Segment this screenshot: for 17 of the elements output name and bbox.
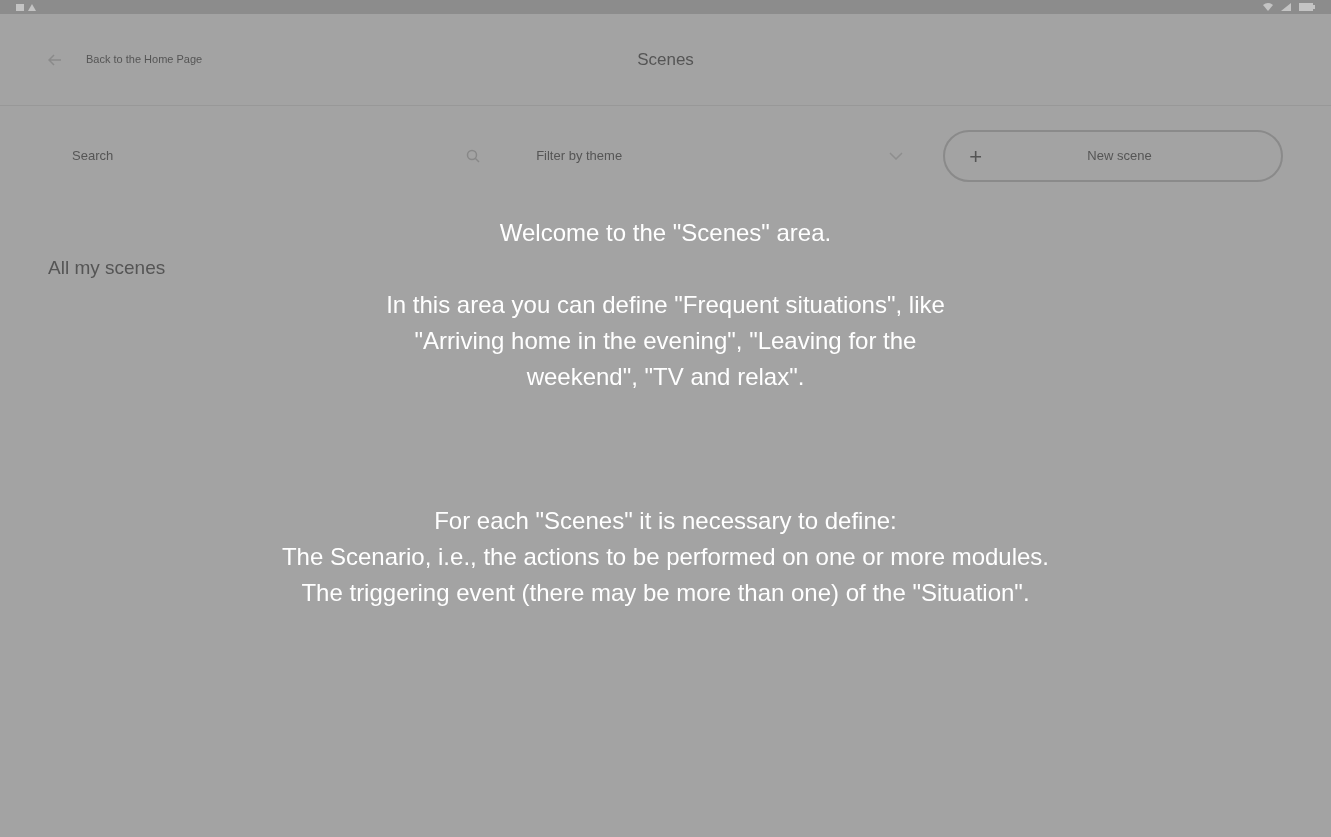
- filter-dropdown[interactable]: Filter by theme: [520, 145, 890, 167]
- section-title: All my scenes: [48, 257, 166, 278]
- search-field[interactable]: Search: [48, 145, 467, 167]
- intro-text: In this area you can define "Frequent situations", like "Arriving home in the evening", "Leaving for the weekend", "TV and relax".: [385, 290, 946, 392]
- instruction-line: The Scenario, i.e., the actions to be performed on one or more modules.: [281, 542, 1050, 572]
- notification-icon: [16, 2, 38, 12]
- welcome-heading: Welcome to the "Scenes" area.: [499, 218, 832, 248]
- signal-icon: [1281, 3, 1291, 11]
- wifi-icon: [1263, 3, 1273, 11]
- instruction-line: The triggering event (there may be more than one) of the "Situation".: [301, 578, 1030, 608]
- search-icon: [466, 149, 481, 163]
- battery-icon: [1299, 3, 1315, 11]
- back-arrow-icon: [48, 53, 62, 66]
- back-link[interactable]: Back to the Home Page: [48, 51, 203, 68]
- instruction-line: For each "Scenes" it is necessary to define:: [434, 506, 897, 536]
- page-title: Scenes: [637, 49, 694, 69]
- new-scene-button[interactable]: + New scene: [943, 130, 1283, 182]
